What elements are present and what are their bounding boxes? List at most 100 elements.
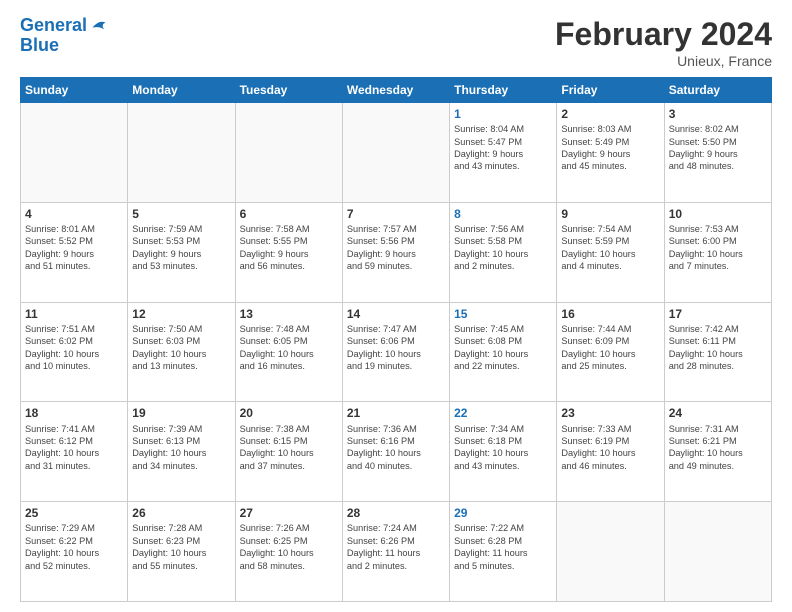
day-number: 18: [25, 405, 123, 421]
logo-text: General: [20, 16, 87, 36]
header: General Blue February 2024 Unieux, Franc…: [20, 16, 772, 69]
day-cell: 9Sunrise: 7:54 AMSunset: 5:59 PMDaylight…: [557, 202, 664, 302]
day-info: Sunrise: 7:44 AMSunset: 6:09 PMDaylight:…: [561, 323, 659, 373]
day-info: Sunrise: 8:01 AMSunset: 5:52 PMDaylight:…: [25, 223, 123, 273]
week-row-1: 4Sunrise: 8:01 AMSunset: 5:52 PMDaylight…: [21, 202, 772, 302]
day-cell: 3Sunrise: 8:02 AMSunset: 5:50 PMDaylight…: [664, 103, 771, 203]
day-cell: 15Sunrise: 7:45 AMSunset: 6:08 PMDayligh…: [450, 302, 557, 402]
day-info: Sunrise: 7:34 AMSunset: 6:18 PMDaylight:…: [454, 423, 552, 473]
day-number: 24: [669, 405, 767, 421]
weekday-header-sunday: Sunday: [21, 78, 128, 103]
day-cell: 28Sunrise: 7:24 AMSunset: 6:26 PMDayligh…: [342, 502, 449, 602]
day-cell: 22Sunrise: 7:34 AMSunset: 6:18 PMDayligh…: [450, 402, 557, 502]
day-number: 25: [25, 505, 123, 521]
day-info: Sunrise: 7:22 AMSunset: 6:28 PMDaylight:…: [454, 522, 552, 572]
day-cell: [21, 103, 128, 203]
day-cell: 27Sunrise: 7:26 AMSunset: 6:25 PMDayligh…: [235, 502, 342, 602]
day-number: 9: [561, 206, 659, 222]
day-number: 3: [669, 106, 767, 122]
day-info: Sunrise: 7:47 AMSunset: 6:06 PMDaylight:…: [347, 323, 445, 373]
day-number: 7: [347, 206, 445, 222]
day-info: Sunrise: 7:50 AMSunset: 6:03 PMDaylight:…: [132, 323, 230, 373]
weekday-header-monday: Monday: [128, 78, 235, 103]
day-cell: [235, 103, 342, 203]
day-number: 1: [454, 106, 552, 122]
weekday-header-saturday: Saturday: [664, 78, 771, 103]
day-number: 10: [669, 206, 767, 222]
day-number: 8: [454, 206, 552, 222]
day-info: Sunrise: 7:28 AMSunset: 6:23 PMDaylight:…: [132, 522, 230, 572]
day-cell: 13Sunrise: 7:48 AMSunset: 6:05 PMDayligh…: [235, 302, 342, 402]
day-cell: [664, 502, 771, 602]
day-info: Sunrise: 7:57 AMSunset: 5:56 PMDaylight:…: [347, 223, 445, 273]
day-number: 6: [240, 206, 338, 222]
week-row-3: 18Sunrise: 7:41 AMSunset: 6:12 PMDayligh…: [21, 402, 772, 502]
day-number: 2: [561, 106, 659, 122]
day-number: 29: [454, 505, 552, 521]
week-row-4: 25Sunrise: 7:29 AMSunset: 6:22 PMDayligh…: [21, 502, 772, 602]
day-cell: 19 Sunrise: 7:39 AMSunset: 6:13 PMDayligh…: [128, 402, 235, 502]
month-year: February 2024: [555, 16, 772, 53]
day-info: Sunrise: 7:39 AMSunset: 6:13 PMDaylight:…: [132, 423, 230, 473]
day-cell: [557, 502, 664, 602]
day-info: Sunrise: 7:24 AMSunset: 6:26 PMDaylight:…: [347, 522, 445, 572]
day-number: 21: [347, 405, 445, 421]
weekday-header-friday: Friday: [557, 78, 664, 103]
day-cell: 25Sunrise: 7:29 AMSunset: 6:22 PMDayligh…: [21, 502, 128, 602]
day-number: 14: [347, 306, 445, 322]
day-cell: 12Sunrise: 7:50 AMSunset: 6:03 PMDayligh…: [128, 302, 235, 402]
day-number: 16: [561, 306, 659, 322]
day-number: 13: [240, 306, 338, 322]
day-info: Sunrise: 7:59 AMSunset: 5:53 PMDaylight:…: [132, 223, 230, 273]
day-cell: 5Sunrise: 7:59 AMSunset: 5:53 PMDaylight…: [128, 202, 235, 302]
day-cell: 8Sunrise: 7:56 AMSunset: 5:58 PMDaylight…: [450, 202, 557, 302]
day-number: 20: [240, 405, 338, 421]
day-info: Sunrise: 7:36 AMSunset: 6:16 PMDaylight:…: [347, 423, 445, 473]
day-info: Sunrise: 8:04 AMSunset: 5:47 PMDaylight:…: [454, 123, 552, 173]
weekday-header-wednesday: Wednesday: [342, 78, 449, 103]
day-cell: [128, 103, 235, 203]
day-info: Sunrise: 7:48 AMSunset: 6:05 PMDaylight:…: [240, 323, 338, 373]
week-row-0: 1Sunrise: 8:04 AMSunset: 5:47 PMDaylight…: [21, 103, 772, 203]
day-number: 15: [454, 306, 552, 322]
day-number: 23: [561, 405, 659, 421]
day-cell: 10Sunrise: 7:53 AMSunset: 6:00 PMDayligh…: [664, 202, 771, 302]
day-cell: 14Sunrise: 7:47 AMSunset: 6:06 PMDayligh…: [342, 302, 449, 402]
day-info: Sunrise: 7:54 AMSunset: 5:59 PMDaylight:…: [561, 223, 659, 273]
day-info: Sunrise: 7:58 AMSunset: 5:55 PMDaylight:…: [240, 223, 338, 273]
day-info: Sunrise: 8:02 AMSunset: 5:50 PMDaylight:…: [669, 123, 767, 173]
day-cell: 11Sunrise: 7:51 AMSunset: 6:02 PMDayligh…: [21, 302, 128, 402]
day-info: Sunrise: 7:33 AMSunset: 6:19 PMDaylight:…: [561, 423, 659, 473]
day-cell: 20 Sunrise: 7:38 AMSunset: 6:15 PMDayligh…: [235, 402, 342, 502]
day-info: Sunrise: 7:31 AMSunset: 6:21 PMDaylight:…: [669, 423, 767, 473]
logo-icon: [89, 16, 109, 36]
day-cell: 4Sunrise: 8:01 AMSunset: 5:52 PMDaylight…: [21, 202, 128, 302]
day-info: Sunrise: 7:29 AMSunset: 6:22 PMDaylight:…: [25, 522, 123, 572]
day-number: 4: [25, 206, 123, 222]
day-number: 11: [25, 306, 123, 322]
day-number: 28: [347, 505, 445, 521]
weekday-header-row: SundayMondayTuesdayWednesdayThursdayFrid…: [21, 78, 772, 103]
day-info: Sunrise: 7:38 AMSunset: 6:15 PMDaylight:…: [240, 423, 338, 473]
day-cell: 6Sunrise: 7:58 AMSunset: 5:55 PMDaylight…: [235, 202, 342, 302]
day-cell: 18Sunrise: 7:41 AMSunset: 6:12 PMDayligh…: [21, 402, 128, 502]
day-info: Sunrise: 7:51 AMSunset: 6:02 PMDaylight:…: [25, 323, 123, 373]
day-cell: 1Sunrise: 8:04 AMSunset: 5:47 PMDaylight…: [450, 103, 557, 203]
day-info: Sunrise: 7:45 AMSunset: 6:08 PMDaylight:…: [454, 323, 552, 373]
day-number: 26: [132, 505, 230, 521]
day-cell: 2Sunrise: 8:03 AMSunset: 5:49 PMDaylight…: [557, 103, 664, 203]
logo: General Blue: [20, 16, 109, 56]
day-info: Sunrise: 8:03 AMSunset: 5:49 PMDaylight:…: [561, 123, 659, 173]
weekday-header-thursday: Thursday: [450, 78, 557, 103]
day-number: 19: [132, 405, 230, 421]
day-number: 27: [240, 505, 338, 521]
day-number: 12: [132, 306, 230, 322]
day-cell: 24 Sunrise: 7:31 AMSunset: 6:21 PMDayligh…: [664, 402, 771, 502]
day-cell: 21 Sunrise: 7:36 AMSunset: 6:16 PMDayligh…: [342, 402, 449, 502]
day-cell: 29Sunrise: 7:22 AMSunset: 6:28 PMDayligh…: [450, 502, 557, 602]
weekday-header-tuesday: Tuesday: [235, 78, 342, 103]
calendar-table: SundayMondayTuesdayWednesdayThursdayFrid…: [20, 77, 772, 602]
calendar-page: General Blue February 2024 Unieux, Franc…: [0, 0, 792, 612]
day-info: Sunrise: 7:42 AMSunset: 6:11 PMDaylight:…: [669, 323, 767, 373]
day-cell: 23 Sunrise: 7:33 AMSunset: 6:19 PMDayligh…: [557, 402, 664, 502]
